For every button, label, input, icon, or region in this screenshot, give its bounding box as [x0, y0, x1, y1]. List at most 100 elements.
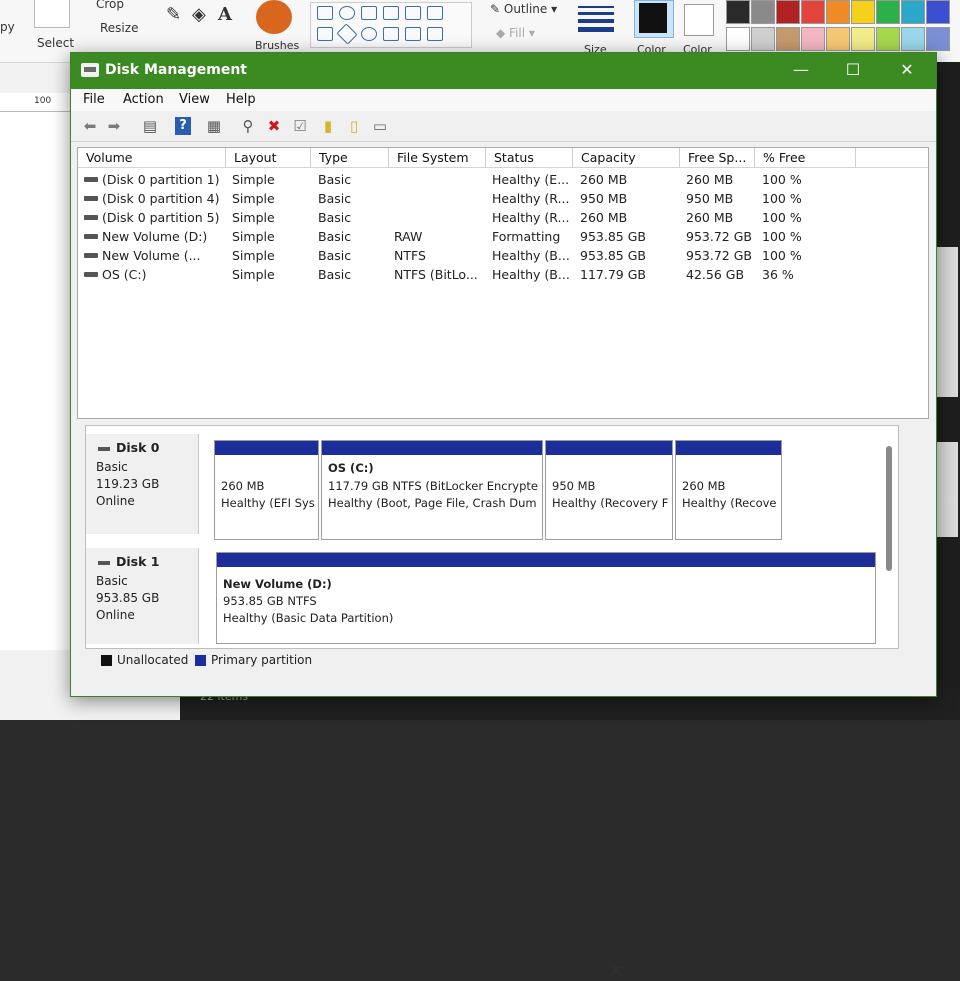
polygon-shape-icon[interactable] [405, 6, 421, 20]
disk-0-label[interactable]: Disk 0 Basic 119.23 GB Online [86, 434, 199, 534]
minimize-button[interactable]: — [787, 59, 815, 81]
color1-selector[interactable] [634, 0, 674, 38]
table-row[interactable]: OS (C:) Simple Basic NTFS (BitLo... Healthy … [78, 265, 858, 284]
table-row[interactable]: (Disk 0 partition 1) Simple Basic Healthy (… [78, 170, 858, 189]
right-triangle-shape-icon[interactable] [317, 27, 333, 41]
forward-icon[interactable]: ➡ [103, 115, 125, 137]
palette-color-swatch[interactable] [776, 0, 800, 24]
disk-0-partition-1[interactable]: 260 MB Healthy (EFI Sys [214, 440, 319, 540]
outline-dropdown[interactable]: ✎ Outline ▾ [490, 2, 557, 16]
table-cell-type: Basic [318, 229, 352, 244]
palette-color-swatch[interactable] [751, 0, 775, 24]
menu-file[interactable]: File [83, 92, 105, 107]
pentagon-shape-icon[interactable] [361, 27, 377, 41]
help-icon[interactable]: ? [175, 117, 191, 135]
palette-color-swatch[interactable] [726, 27, 750, 51]
size-icon[interactable] [578, 4, 614, 34]
column-header-volume[interactable]: Volume [78, 148, 226, 168]
settings-panel-icon[interactable]: ▭ [369, 115, 391, 137]
palette-color-swatch[interactable] [826, 27, 850, 51]
partition-status: Healthy (EFI Sys [221, 496, 315, 510]
partition-info: 260 MB [221, 479, 265, 493]
color2-selector[interactable] [684, 4, 714, 36]
text-tool-icon[interactable]: A [218, 4, 232, 25]
fill-dropdown[interactable]: ◆ Fill ▾ [496, 26, 535, 40]
palette-color-swatch[interactable] [926, 0, 950, 24]
crop-label[interactable]: Crop [96, 0, 124, 11]
palette-color-swatch[interactable] [751, 27, 775, 51]
connect-icon[interactable]: ⚲ [237, 115, 259, 137]
disk-kind: Basic [96, 574, 128, 588]
disk-graphical-view[interactable]: Disk 0 Basic 119.23 GB Online 260 MB Hea… [85, 425, 899, 981]
table-row[interactable]: (Disk 0 partition 4) Simple Basic Healthy (… [78, 189, 858, 208]
palette-color-swatch[interactable] [801, 27, 825, 51]
column-header-type[interactable]: Type [311, 148, 389, 168]
line-shape-icon[interactable] [317, 6, 333, 20]
palette-color-swatch[interactable] [726, 0, 750, 24]
partition-status: Healthy (Boot, Page File, Crash Dum [328, 496, 537, 510]
column-header-layout[interactable]: Layout [226, 148, 311, 168]
disk-0-partition-os[interactable]: OS (C:) 117.79 GB NTFS (BitLocker Encryp… [321, 440, 543, 540]
disk-1-label[interactable]: Disk 1 Basic 953.85 GB Online [86, 548, 199, 644]
disk-0-partition-4[interactable]: 950 MB Healthy (Recovery F [545, 440, 673, 540]
column-header-capacity[interactable]: Capacity [573, 148, 680, 168]
table-row[interactable]: (Disk 0 partition 5) Simple Basic Healthy (… [78, 208, 858, 227]
close-button[interactable]: ✕ [893, 59, 921, 81]
column-header-percent-free[interactable]: % Free [755, 148, 856, 168]
title-bar[interactable]: Disk Management — ☐ ✕ [71, 53, 936, 89]
menu-action[interactable]: Action [123, 92, 164, 107]
disk-size: 953.85 GB [96, 591, 160, 605]
open-folder-icon[interactable]: ▯ [343, 115, 365, 137]
rounded-rect-shape-icon[interactable] [383, 6, 399, 20]
select-tool-icon[interactable] [34, 0, 70, 28]
paint-canvas[interactable] [0, 112, 70, 650]
diamond-shape-icon[interactable] [336, 23, 358, 45]
palette-color-swatch[interactable] [876, 0, 900, 24]
folder-icon[interactable]: ▮ [317, 115, 339, 137]
arrow-shape-icon[interactable] [405, 27, 421, 41]
brushes-icon[interactable] [256, 0, 292, 34]
column-header-free-space[interactable]: Free Sp... [680, 148, 755, 168]
palette-color-swatch[interactable] [901, 0, 925, 24]
shapes-gallery[interactable] [310, 2, 472, 48]
menu-help[interactable]: Help [226, 92, 256, 107]
partition-info: 950 MB [552, 479, 596, 493]
palette-color-swatch[interactable] [851, 0, 875, 24]
checklist-icon[interactable]: ☑ [289, 115, 311, 137]
disk-1-partition-new-volume[interactable]: New Volume (D:) 953.85 GB NTFS Healthy (… [216, 552, 876, 644]
resize-label[interactable]: Resize [100, 21, 138, 35]
table-row[interactable]: New Volume (... Simple Basic NTFS Healthy (B… [78, 246, 858, 265]
palette-color-swatch[interactable] [926, 27, 950, 51]
properties-icon[interactable]: ▦ [203, 115, 225, 137]
column-header-status[interactable]: Status [486, 148, 573, 168]
pencil-icon[interactable]: ✎ [166, 4, 181, 25]
palette-color-swatch[interactable] [851, 27, 875, 51]
table-cell-volume: OS (C:) [102, 267, 147, 282]
rectangle-shape-icon[interactable] [361, 6, 377, 20]
back-icon[interactable]: ⬅ [79, 115, 101, 137]
palette-color-swatch[interactable] [776, 27, 800, 51]
disk-view-scrollbar[interactable] [886, 446, 892, 571]
hexagon-shape-icon[interactable] [383, 27, 399, 41]
up-arrow-shape-icon[interactable] [427, 27, 443, 41]
select-label[interactable]: Select [37, 36, 74, 50]
oval-shape-icon[interactable] [339, 6, 355, 20]
column-header-file-system[interactable]: File System [389, 148, 486, 168]
disk-state: Online [96, 608, 135, 622]
fill-bucket-icon[interactable]: ◈ [192, 4, 206, 25]
palette-color-swatch[interactable] [826, 0, 850, 24]
brushes-label[interactable]: Brushes [255, 39, 299, 52]
console-tree-icon[interactable]: ▤ [139, 115, 161, 137]
toolbar: ⬅ ➡ ▤ ? ▦ ⚲ ✖ ☑ ▮ ▯ ▭ [71, 111, 936, 142]
menu-view[interactable]: View [179, 92, 210, 107]
volume-list[interactable]: Volume Layout Type File System Status Ca… [77, 147, 929, 419]
table-row[interactable]: New Volume (D:) Simple Basic RAW Formatting 9… [78, 227, 858, 246]
table-cell-pct: 100 % [762, 229, 802, 244]
disk-0-partition-5[interactable]: 260 MB Healthy (Recove [675, 440, 782, 540]
palette-color-swatch[interactable] [901, 27, 925, 51]
triangle-shape-icon[interactable] [427, 6, 443, 20]
palette-color-swatch[interactable] [876, 27, 900, 51]
maximize-button[interactable]: ☐ [839, 59, 867, 81]
delete-icon[interactable]: ✖ [263, 115, 285, 137]
palette-color-swatch[interactable] [801, 0, 825, 24]
